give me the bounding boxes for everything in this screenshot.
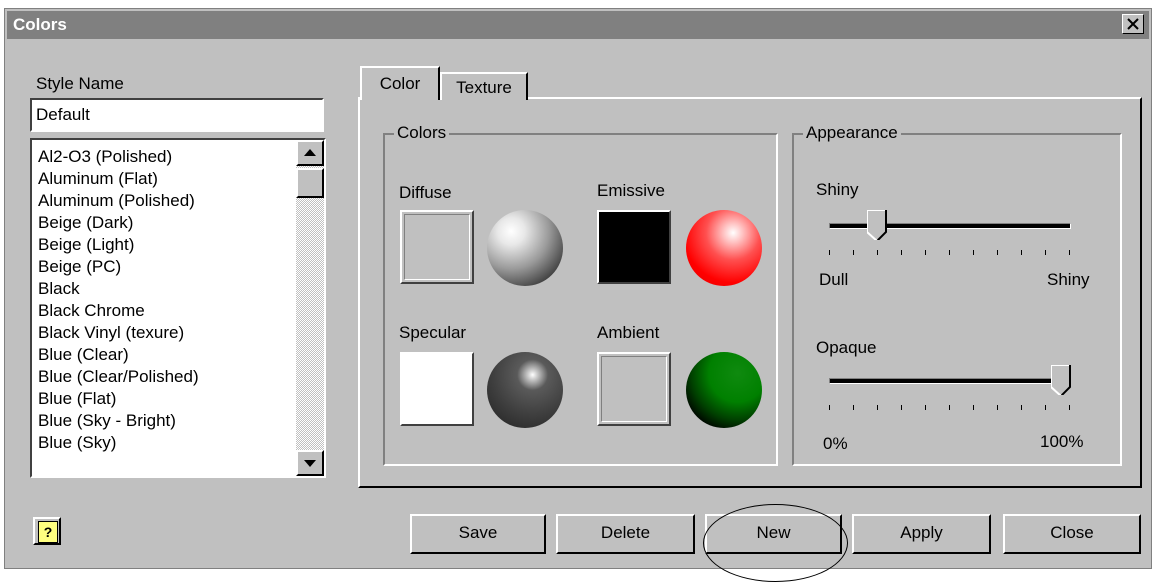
list-item[interactable]: Blue (Clear/Polished)	[38, 366, 199, 388]
slider-tick	[877, 405, 878, 410]
slider-tick	[901, 250, 902, 255]
shiny-max-label: Shiny	[1047, 270, 1090, 289]
list-item[interactable]: Al2-O3 (Polished)	[38, 146, 199, 168]
specular-preview-sphere	[487, 352, 563, 428]
tab-texture-label: Texture	[456, 78, 512, 97]
help-icon: ?	[38, 521, 58, 543]
slider-tick	[853, 405, 854, 410]
list-item[interactable]: Aluminum (Polished)	[38, 190, 199, 212]
arrow-up-icon	[304, 149, 316, 156]
tab-texture[interactable]: Texture	[440, 72, 528, 100]
slider-tick	[877, 250, 878, 255]
opaque-min-label: 0%	[823, 434, 848, 453]
specular-label: Specular	[399, 323, 467, 342]
slider-tick	[1045, 405, 1046, 410]
delete-button[interactable]: Delete	[556, 514, 695, 554]
list-item[interactable]: Blue (Sky)	[38, 432, 199, 454]
slider-tick	[925, 250, 926, 255]
shiny-min-label: Dull	[819, 270, 849, 289]
shiny-slider-thumb[interactable]	[867, 210, 887, 240]
style-name-label: Style Name	[36, 74, 124, 93]
save-button[interactable]: Save	[410, 514, 546, 554]
style-name-input[interactable]	[30, 98, 324, 132]
diffuse-label: Diffuse	[399, 183, 452, 202]
slider-tick	[949, 405, 950, 410]
specular-swatch[interactable]	[400, 352, 474, 426]
style-list-scrollbar[interactable]	[296, 140, 324, 476]
style-list[interactable]: Al2-O3 (Polished) Aluminum (Flat) Aluminum…	[30, 138, 326, 478]
ambient-label: Ambient	[597, 323, 660, 342]
diffuse-preview-sphere	[487, 210, 563, 286]
opaque-slider-thumb[interactable]	[1051, 365, 1071, 395]
list-item[interactable]: Blue (Flat)	[38, 388, 199, 410]
slider-tick	[973, 405, 974, 410]
slider-tick	[1021, 250, 1022, 255]
slider-tick	[1045, 250, 1046, 255]
slider-tick	[853, 250, 854, 255]
list-item[interactable]: Blue (Sky - Bright)	[38, 410, 199, 432]
list-item[interactable]: Black Chrome	[38, 300, 199, 322]
active-tab-join	[362, 96, 438, 100]
opaque-label: Opaque	[816, 338, 877, 357]
slider-tick	[829, 405, 830, 410]
slider-tick	[1069, 405, 1070, 410]
slider-tick	[973, 250, 974, 255]
scroll-up-button[interactable]	[296, 140, 324, 166]
new-button[interactable]: New	[705, 514, 842, 554]
ambient-swatch[interactable]	[597, 352, 671, 426]
list-item[interactable]: Beige (PC)	[38, 256, 199, 278]
help-button[interactable]: ?	[33, 517, 61, 545]
tab-color[interactable]: Color	[360, 66, 440, 100]
list-item[interactable]: Beige (Light)	[38, 234, 199, 256]
opaque-slider-track	[829, 378, 1071, 384]
shiny-slider-track	[829, 223, 1071, 229]
diffuse-swatch[interactable]	[400, 210, 474, 284]
list-item[interactable]: Beige (Dark)	[38, 212, 199, 234]
window-title: Colors	[13, 15, 67, 34]
slider-tick	[1021, 405, 1022, 410]
close-window-button[interactable]	[1122, 14, 1144, 34]
tab-color-label: Color	[379, 74, 421, 93]
slider-tick	[1069, 250, 1070, 255]
slider-tick	[997, 405, 998, 410]
slider-tick	[829, 250, 830, 255]
list-item[interactable]: Aluminum (Flat)	[38, 168, 199, 190]
emissive-swatch[interactable]	[597, 210, 671, 284]
list-item[interactable]: Black	[38, 278, 199, 300]
scroll-down-button[interactable]	[296, 450, 324, 476]
slider-tick	[901, 405, 902, 410]
list-item[interactable]: Blue (Clear)	[38, 344, 199, 366]
arrow-down-icon	[304, 460, 316, 467]
slider-tick	[997, 250, 998, 255]
opaque-max-label: 100%	[1040, 432, 1084, 451]
apply-button[interactable]: Apply	[852, 514, 991, 554]
appearance-group-caption: Appearance	[803, 123, 901, 143]
scroll-thumb[interactable]	[296, 168, 324, 198]
emissive-preview-sphere	[686, 210, 762, 286]
colors-group-caption: Colors	[394, 123, 450, 143]
ambient-preview-sphere	[686, 352, 762, 428]
style-list-items: Al2-O3 (Polished) Aluminum (Flat) Aluminum…	[38, 146, 199, 454]
close-button[interactable]: Close	[1003, 514, 1141, 554]
shiny-label: Shiny	[816, 180, 859, 199]
emissive-label: Emissive	[597, 181, 666, 200]
list-item[interactable]: Black Vinyl (texure)	[38, 322, 199, 344]
close-icon	[1127, 18, 1139, 30]
slider-tick	[949, 250, 950, 255]
title-bar: Colors	[7, 11, 1149, 39]
slider-tick	[925, 405, 926, 410]
